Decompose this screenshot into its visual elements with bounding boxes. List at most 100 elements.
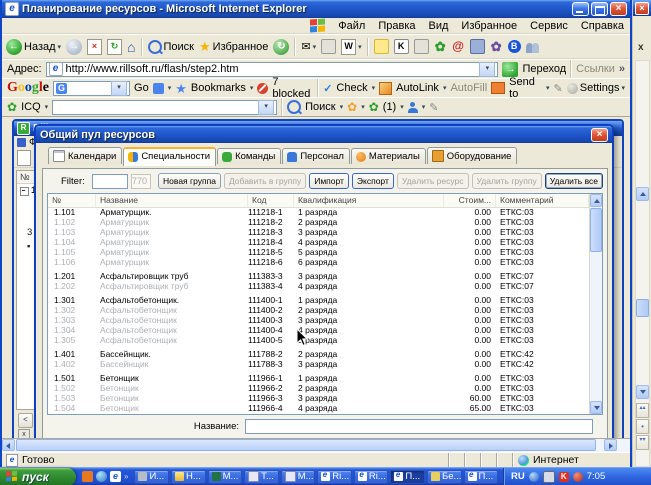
ie-titlebar[interactable]: e Планирование ресурсов - Microsoft Inte… — [2, 0, 630, 18]
scroll-up-icon[interactable] — [590, 194, 602, 207]
messenger-people-icon[interactable] — [525, 41, 540, 53]
menu-item[interactable]: Справка — [581, 20, 624, 32]
icq-input-dropdown[interactable]: ▾ — [258, 99, 275, 115]
dialog-close-button[interactable]: × — [591, 127, 608, 142]
bluetooth-icon[interactable]: B — [507, 40, 521, 53]
menu-item[interactable]: Вид — [429, 20, 449, 32]
icq-search-label[interactable]: Поиск — [305, 101, 335, 113]
settings-button[interactable]: Settings ▾ — [566, 82, 625, 94]
menu-item[interactable]: Файл — [338, 20, 365, 32]
settings-dropdown[interactable]: ▾ — [621, 84, 625, 92]
dialog-tab[interactable]: Материалы — [350, 148, 426, 164]
autolink-dropdown[interactable]: ▾ — [443, 84, 447, 92]
task-button[interactable]: М... — [280, 469, 316, 484]
bookmarks-star-icon[interactable]: ★ — [175, 82, 187, 95]
check-label[interactable]: Check — [336, 82, 367, 94]
dialog-button[interactable]: Удалить группу — [471, 173, 542, 189]
menu-item[interactable]: Избранное — [461, 20, 517, 32]
background-close-button[interactable]: × — [635, 1, 649, 15]
table-row[interactable]: 1.301 Асфальтобетонщик. 111400-1 1 разря… — [48, 295, 589, 305]
background-small-close-icon[interactable]: x — [638, 42, 644, 53]
forward-button[interactable]: → — [66, 38, 83, 55]
menu-item[interactable]: Правка — [378, 20, 415, 32]
refresh-button[interactable]: ↻ — [107, 38, 123, 55]
language-indicator[interactable]: RU — [511, 471, 525, 482]
column-header-name[interactable]: Название — [96, 194, 248, 207]
mail-dropdown-icon[interactable]: ▾ — [313, 43, 317, 51]
table-row[interactable]: 1.304 Асфальтобетонщик 111400-4 4 разряд… — [48, 325, 589, 335]
table-row[interactable]: 1.503 Бетонщик 111966-3 3 разряда 60.00 … — [48, 393, 589, 403]
links-chevron-icon[interactable]: » — [619, 63, 625, 75]
bookmarks-dropdown[interactable]: ▾ — [250, 84, 254, 92]
tiny-close-icon[interactable]: x — [18, 429, 30, 438]
table-row[interactable]: 1.104 Арматурщик 111218-4 4 разряда 0.00… — [48, 237, 589, 247]
addon-icon[interactable] — [413, 39, 429, 54]
table-row[interactable]: 1.302 Асфальтобетонщик 111400-2 2 разряд… — [48, 305, 589, 315]
mail-at-icon[interactable]: @ — [452, 40, 465, 53]
table-row[interactable]: 1.401 Бассейнщик. 111788-2 2 разряда 0.0… — [48, 349, 589, 359]
icq-dropdown[interactable]: ▾ — [45, 103, 49, 111]
dialog-tab[interactable]: Календари — [48, 147, 123, 164]
background-scroll-up-icon[interactable] — [636, 187, 649, 201]
table-row[interactable]: 1.202 Асфальтировщик труб 111383-4 4 раз… — [48, 281, 589, 291]
tray-display-icon[interactable] — [542, 470, 555, 483]
address-input[interactable]: e http://www.rillsoft.ru/flash/step2.htm… — [45, 61, 499, 77]
dialog-tab[interactable]: Специальности — [123, 147, 217, 166]
task-button[interactable]: П... — [390, 469, 425, 484]
dialog-tab[interactable]: Оборудование — [426, 147, 518, 164]
go-icon[interactable]: → — [502, 61, 519, 77]
dialog-button[interactable]: Добавить в группу — [223, 173, 307, 189]
check-dropdown[interactable]: ▾ — [372, 84, 376, 92]
bookmarks-label[interactable]: Bookmarks — [191, 82, 246, 94]
dialog-button[interactable]: Удалить ресурс — [396, 173, 469, 189]
minimize-button[interactable] — [572, 2, 589, 16]
history-button[interactable]: ↻ — [273, 38, 290, 55]
notes-addon-icon[interactable] — [373, 39, 389, 54]
filter-input[interactable] — [91, 173, 129, 189]
table-row[interactable]: 1.102 Арматурщик 111218-2 2 разряда 0.00… — [48, 217, 589, 227]
icq-orange-flower-icon[interactable]: ✿ — [347, 101, 357, 113]
popup-blocked-icon[interactable] — [257, 82, 269, 94]
task-button[interactable]: И... — [134, 469, 170, 484]
scroll-down-icon[interactable] — [590, 401, 602, 414]
search-button[interactable]: Поиск — [147, 39, 194, 54]
icq-contact-dropdown[interactable]: ▾ — [422, 103, 426, 111]
icq-badge-dropdown[interactable]: ▾ — [400, 103, 404, 111]
sendto-dropdown[interactable]: ▾ — [546, 84, 550, 92]
back-dropdown-icon[interactable]: ▾ — [58, 43, 62, 51]
google-search-input[interactable]: G ▾ — [53, 80, 131, 96]
task-button[interactable]: Н... — [171, 469, 206, 484]
scroll-left-icon[interactable] — [2, 439, 15, 451]
column-header-qualification[interactable]: Квалификация — [294, 194, 444, 207]
browse-select-icon[interactable]: • — [636, 419, 649, 434]
edit-dropdown-icon[interactable]: ▾ — [358, 43, 362, 51]
edit-button[interactable]: W ▾ — [341, 38, 362, 55]
task-button[interactable]: Ri... — [353, 469, 389, 484]
icq-contact-icon[interactable] — [407, 101, 418, 113]
table-row[interactable]: 1.106 Арматурщик 111218-6 6 разряда 0.00… — [48, 257, 589, 267]
table-scrollbar[interactable] — [589, 194, 602, 414]
maximize-button[interactable] — [591, 2, 608, 16]
icq-flower-icon[interactable]: ✿ — [434, 40, 447, 53]
icq-flower-dropdown[interactable]: ▾ — [361, 103, 365, 111]
dialog-button[interactable]: Удалить все — [544, 173, 603, 189]
dark-flower-addon-icon[interactable]: ✿ — [490, 40, 503, 53]
column-header-code[interactable]: Код — [248, 194, 294, 207]
quick-launch-icon-1[interactable] — [82, 471, 93, 482]
icq-pen-icon[interactable]: ✎ — [429, 101, 438, 114]
tab-scroll-left-button[interactable]: < — [18, 413, 33, 428]
favorites-button[interactable]: ★ Избранное — [199, 40, 268, 53]
new-document-icon[interactable] — [17, 150, 31, 166]
browse-previous-icon[interactable]: ▴▴ — [636, 403, 649, 418]
home-button[interactable]: ⌂ — [127, 40, 135, 54]
scroll-thumb[interactable] — [590, 208, 602, 252]
icq-search-input[interactable]: ▾ — [52, 99, 278, 115]
taskbar-clock[interactable]: 7:05 — [587, 471, 606, 482]
icq-search-dropdown[interactable]: ▾ — [340, 103, 344, 111]
icq-message-count[interactable]: (1) — [383, 101, 396, 113]
background-scroll-thumb[interactable] — [636, 299, 649, 317]
google-addon-dropdown[interactable]: ▾ — [168, 84, 172, 92]
table-row[interactable]: 1.201 Асфальтировщик труб 111383-3 3 раз… — [48, 271, 589, 281]
k-addon-icon[interactable]: K — [393, 39, 409, 54]
task-button[interactable]: П... — [463, 469, 499, 484]
